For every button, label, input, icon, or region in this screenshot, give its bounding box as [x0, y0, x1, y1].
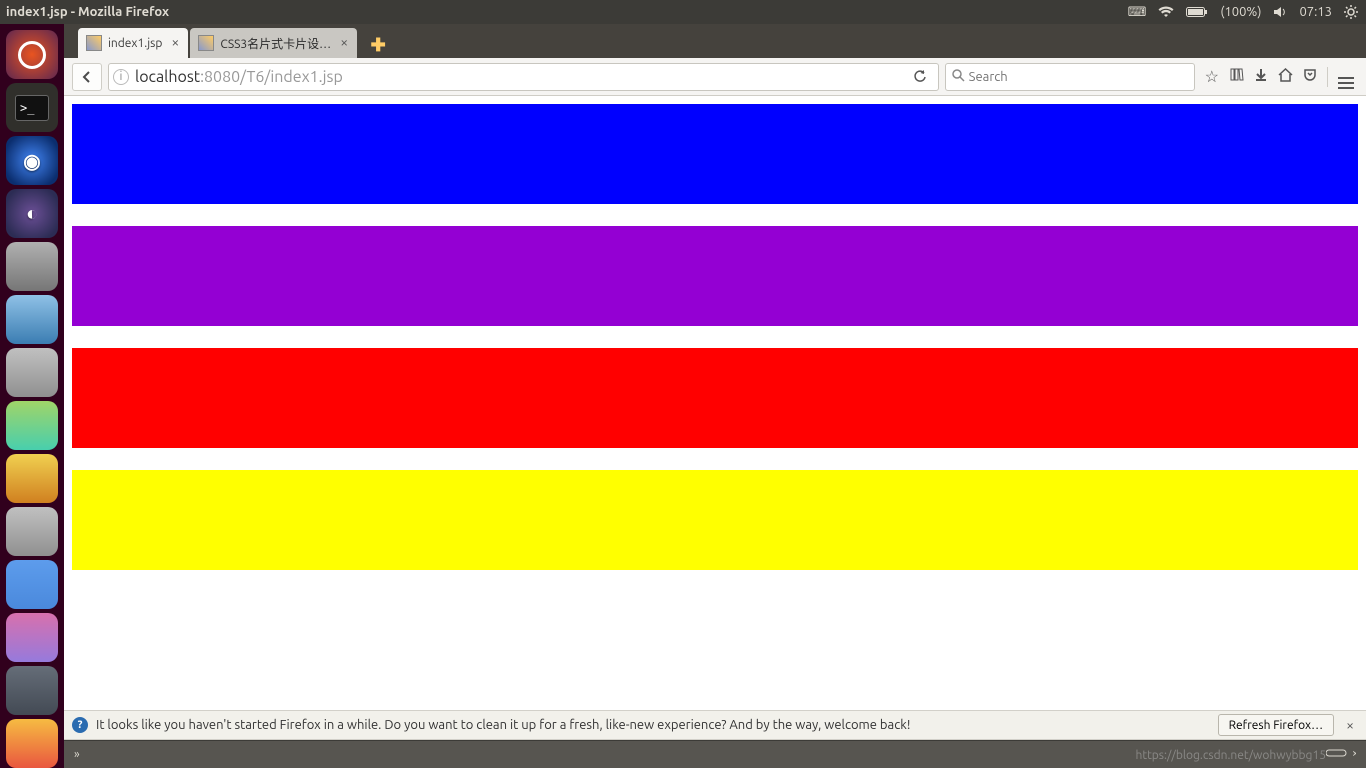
search-icon: [952, 68, 965, 86]
search-input[interactable]: [969, 70, 1188, 84]
browser-window: index1.jsp × CSS3名片式卡片设… × ✚ i localhost…: [64, 24, 1366, 768]
pocket-button[interactable]: [1303, 68, 1317, 86]
browser-tab[interactable]: CSS3名片式卡片设… ×: [190, 28, 357, 58]
content-bar-yellow: [72, 470, 1358, 570]
favicon-icon: [198, 35, 214, 51]
launcher-chrome[interactable]: ◉: [6, 136, 58, 185]
tab-close-button[interactable]: ×: [168, 35, 182, 49]
favicon-icon: [86, 35, 102, 51]
window-title: index1.jsp - Mozilla Firefox: [6, 5, 169, 19]
launcher-app-9[interactable]: [6, 454, 58, 503]
new-tab-button[interactable]: ✚: [365, 32, 391, 58]
info-icon: ?: [72, 717, 88, 733]
browser-navbar: i localhost:8080/T6/index1.jsp ☆: [64, 58, 1366, 96]
notification-close-button[interactable]: ×: [1342, 717, 1358, 733]
site-info-icon[interactable]: i: [113, 69, 129, 85]
launcher-terminal[interactable]: [6, 83, 58, 132]
addon-bar-right[interactable]: ×: [1326, 747, 1356, 762]
content-bar-red: [72, 348, 1358, 448]
system-indicators[interactable]: ⌨ (100%) 07:13: [1128, 5, 1358, 20]
launcher-app-13[interactable]: [6, 666, 58, 715]
launcher-eclipse[interactable]: ◐: [6, 189, 58, 238]
wifi-icon[interactable]: [1158, 6, 1174, 18]
url-host: localhost: [135, 68, 200, 86]
launcher-app-10[interactable]: [6, 507, 58, 556]
menu-button[interactable]: [1338, 65, 1354, 89]
volume-icon[interactable]: [1273, 6, 1287, 18]
system-menu-bar: index1.jsp - Mozilla Firefox ⌨ (100%) 07…: [0, 0, 1366, 24]
toolbar-separator: [1327, 67, 1328, 87]
refresh-firefox-button[interactable]: Refresh Firefox…: [1218, 714, 1335, 736]
launcher-app-11[interactable]: [6, 560, 58, 609]
browser-tab[interactable]: index1.jsp ×: [78, 28, 188, 58]
addon-bar: » ×: [64, 740, 1366, 768]
back-button[interactable]: [72, 63, 102, 91]
search-bar[interactable]: [945, 63, 1195, 91]
launcher-app-14[interactable]: [6, 719, 58, 768]
bookmark-star-button[interactable]: ☆: [1205, 67, 1219, 86]
content-bar-purple: [72, 226, 1358, 326]
url-bar[interactable]: i localhost:8080/T6/index1.jsp: [108, 63, 939, 91]
keyboard-icon[interactable]: ⌨: [1128, 5, 1147, 20]
browser-tabstrip: index1.jsp × CSS3名片式卡片设… × ✚: [64, 24, 1366, 58]
page-viewport: [64, 96, 1366, 768]
tab-label: index1.jsp: [108, 37, 162, 50]
tab-label: CSS3名片式卡片设…: [220, 35, 331, 52]
content-bar-blue: [72, 104, 1358, 204]
launcher-app-7[interactable]: [6, 348, 58, 397]
battery-text: (100%): [1220, 5, 1261, 19]
url-rest: :8080/T6/index1.jsp: [200, 68, 343, 86]
downloads-button[interactable]: [1254, 68, 1268, 86]
launcher-app-8[interactable]: [6, 401, 58, 450]
library-button[interactable]: [1229, 67, 1244, 86]
addon-bar-chevron[interactable]: »: [74, 748, 80, 761]
toolbar-buttons: ☆: [1201, 65, 1358, 89]
home-button[interactable]: [1278, 68, 1293, 86]
window-title-text: index1.jsp - Mozilla Firefox: [6, 5, 169, 19]
svg-text:×: ×: [1352, 747, 1356, 759]
launcher-app-12[interactable]: [6, 613, 58, 662]
launcher-app-5[interactable]: [6, 242, 58, 291]
launcher-app-6[interactable]: [6, 295, 58, 344]
notification-text: It looks like you haven't started Firefo…: [96, 718, 910, 732]
launcher-dock: ◉ ◐: [0, 24, 64, 768]
launcher-dash[interactable]: [6, 30, 58, 79]
reload-button[interactable]: [906, 64, 934, 90]
url-input[interactable]: [343, 69, 906, 85]
tab-close-button[interactable]: ×: [337, 35, 351, 49]
notification-bar: ? It looks like you haven't started Fire…: [64, 710, 1366, 740]
gear-icon[interactable]: [1344, 5, 1358, 19]
battery-icon[interactable]: [1186, 6, 1208, 18]
clock-text: 07:13: [1299, 5, 1332, 19]
